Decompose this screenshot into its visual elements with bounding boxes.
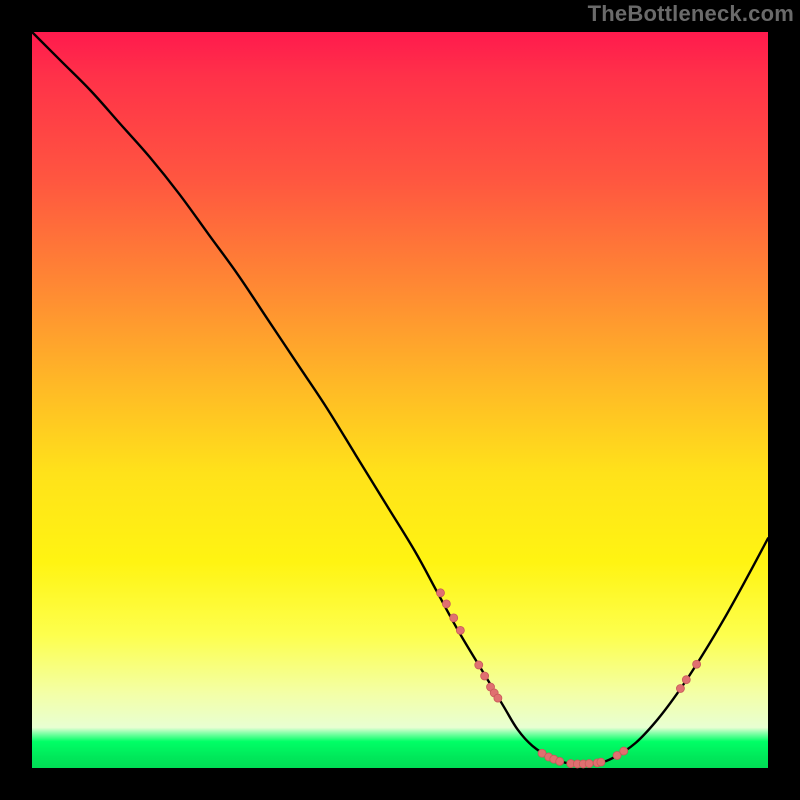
plot-area	[32, 32, 768, 768]
data-point	[676, 685, 684, 693]
data-point	[556, 757, 564, 765]
data-point	[682, 676, 690, 684]
data-point	[450, 614, 458, 622]
data-point	[481, 672, 489, 680]
data-point	[585, 760, 593, 768]
data-point	[597, 758, 605, 766]
data-point	[436, 589, 444, 597]
chart-frame: TheBottleneck.com	[0, 0, 800, 800]
data-point	[442, 600, 450, 608]
data-point	[620, 747, 628, 755]
bottleneck-curve	[32, 32, 768, 764]
watermark-text: TheBottleneck.com	[588, 1, 794, 27]
data-point	[456, 626, 464, 634]
data-point	[475, 661, 483, 669]
bottleneck-curve-svg	[32, 32, 768, 768]
data-point	[494, 694, 502, 702]
data-point-markers	[436, 589, 700, 768]
data-point	[693, 660, 701, 668]
